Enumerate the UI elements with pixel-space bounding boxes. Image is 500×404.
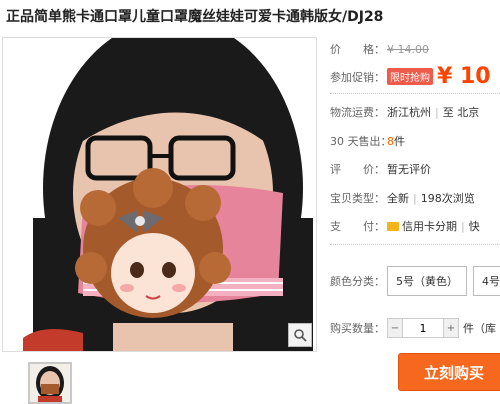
color-option-next[interactable]: 4号 [473,266,500,296]
quantity-stepper: − + [387,318,459,338]
rating-value: 暂无评价 [387,163,431,176]
color-row: 颜色分类： 5号（黄色） 4号 [330,266,500,296]
views-value: 198次浏览 [420,192,475,205]
color-option-selected[interactable]: 5号（黄色） [387,266,467,296]
shipping-row: 物流运费： 浙江杭州 | 至 北京 [330,104,479,120]
type-label: 宝贝类型： [330,192,385,205]
shipping-label: 物流运费： [330,106,385,119]
promo-price: ¥ 10 [437,64,491,89]
promo-row: 参加促销： 限时抢购 ¥ 10 [330,64,491,89]
rating-label: 评 价： [330,163,385,176]
payment-row: 支 付： 信用卡分期 | 快 [330,218,480,234]
price-row: 价 格： ¥ 14.00 [330,41,429,57]
promo-badge: 限时抢购 [387,68,433,85]
zoom-icon[interactable] [288,323,312,347]
type-value: 全新 [387,192,409,205]
type-row: 宝贝类型： 全新 | 198次浏览 [330,190,475,206]
magnifier-glyph [294,329,307,342]
sold-row: 30 天售出： 8 件 [330,133,405,149]
sold-count: 8 [387,134,394,148]
shipping-to[interactable]: 至 北京 [443,104,480,120]
promo-label: 参加促销： [330,70,385,84]
divider [330,244,500,245]
buy-now-button[interactable]: 立刻购买 [398,353,500,391]
quantity-label: 购买数量： [330,322,385,335]
shipping-from[interactable]: 浙江杭州 [387,104,431,120]
credit-card-icon [387,221,399,231]
payment-label: 支 付： [330,220,385,233]
thumbnail-image[interactable] [28,362,72,404]
sold-unit: 件 [394,135,405,148]
original-price: ¥ 14.00 [387,42,429,56]
quantity-row: 购买数量： − + 件（库 [330,318,496,338]
payment-quick[interactable]: 快 [469,218,480,234]
quantity-input[interactable] [403,319,443,337]
thumbnail-illustration [30,364,70,402]
sold-label: 30 天售出： [330,135,392,148]
decrement-button[interactable]: − [388,319,403,337]
color-label: 颜色分类： [330,275,385,288]
separator: | [435,105,439,119]
increment-button[interactable]: + [443,319,458,337]
quantity-unit: 件（库 [463,322,496,335]
price-label: 价 格： [330,43,385,56]
separator: | [461,219,465,233]
product-photo-illustration [3,38,316,351]
product-main-image[interactable] [2,37,317,352]
product-title: 正品简单熊卡通口罩儿童口罩魔丝娃娃可爱卡通韩版女/DJ28 [6,9,384,25]
divider [330,93,500,94]
payment-credit[interactable]: 信用卡分期 [402,218,457,234]
rating-row: 评 价： 暂无评价 [330,161,431,177]
separator: | [413,191,417,205]
